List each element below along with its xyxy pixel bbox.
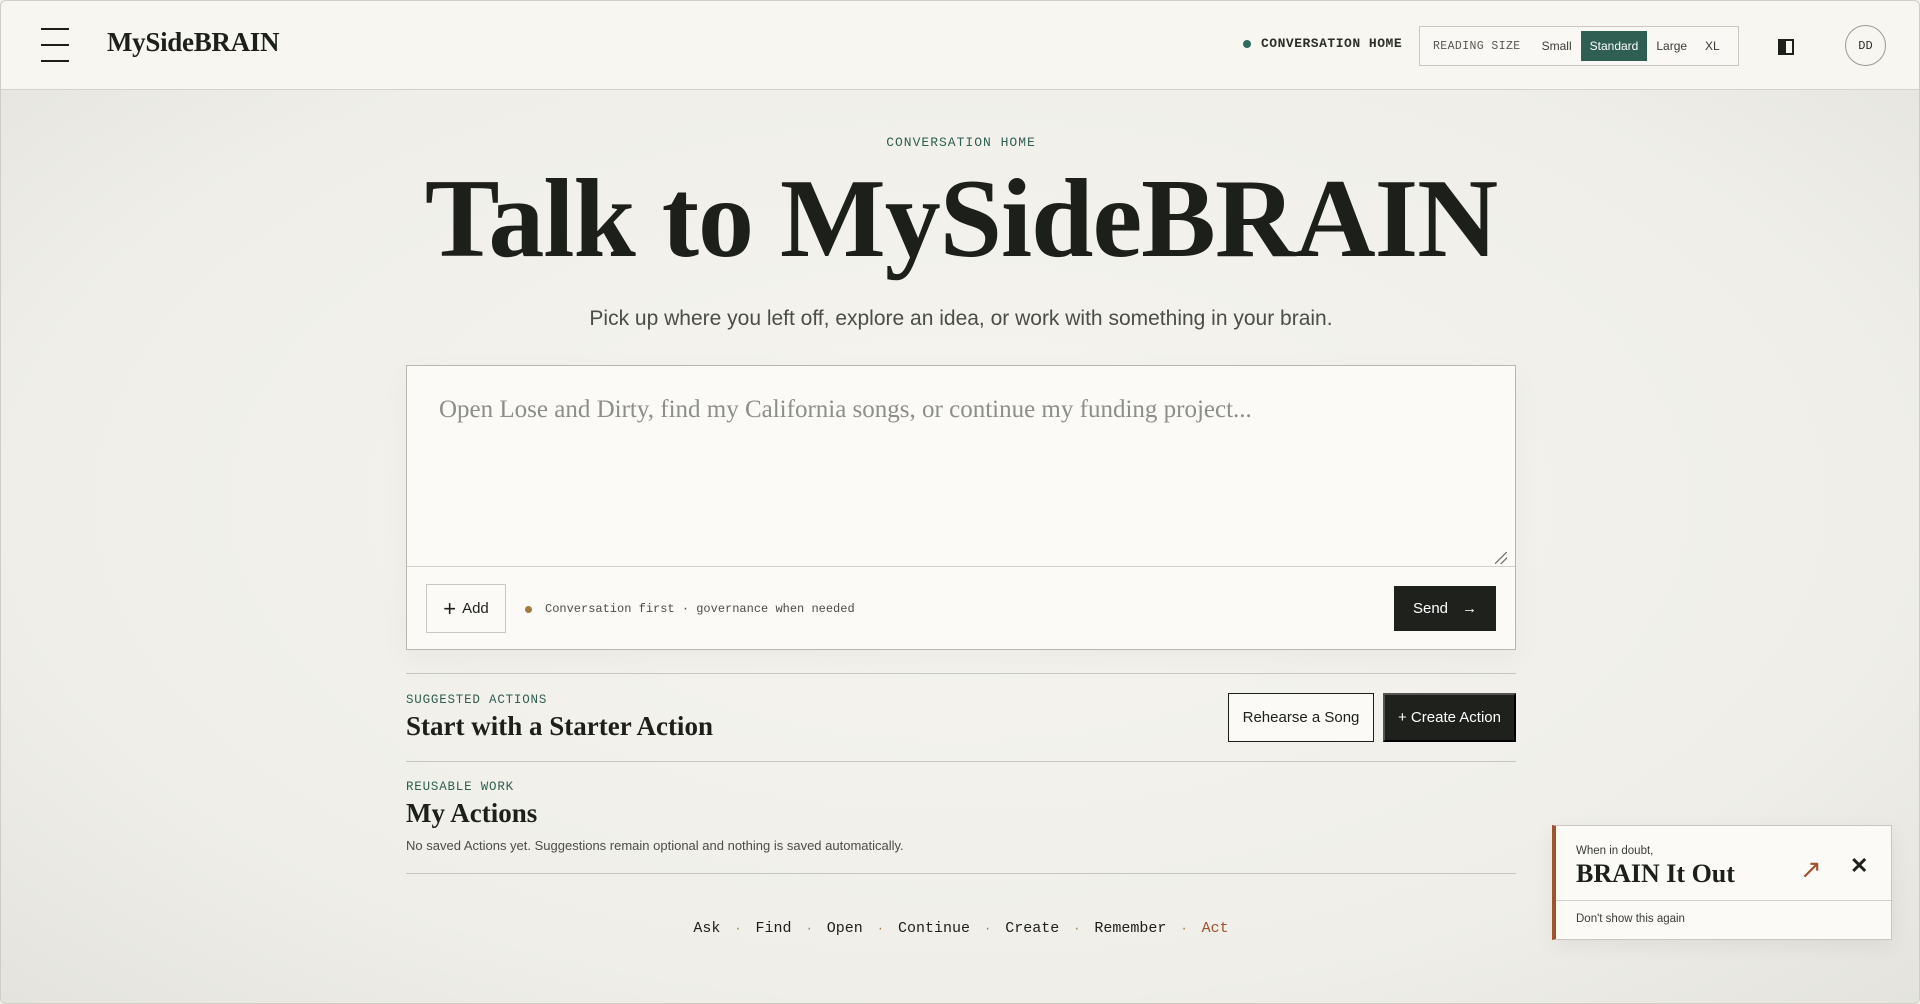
reading-size-large[interactable]: Large xyxy=(1647,31,1696,61)
plus-icon: + xyxy=(443,595,457,621)
brain-it-out-toast: When in doubt, BRAIN It Out ↗ ✕ Don't sh… xyxy=(1552,825,1892,940)
send-label: Send xyxy=(1412,600,1449,617)
rehearse-song-button[interactable]: Rehearse a Song xyxy=(1228,693,1374,742)
create-action-button[interactable]: + Create Action xyxy=(1383,693,1516,742)
section-divider xyxy=(406,761,1516,762)
add-label: Add xyxy=(462,600,489,617)
top-bar: MySideBRAIN CONVERSATION HOME READING SI… xyxy=(1,1,1919,90)
dont-show-again-link[interactable]: Don't show this again xyxy=(1576,913,1685,925)
suggested-eyebrow: SUGGESTED ACTIONS xyxy=(406,693,548,707)
toast-kicker: When in doubt, xyxy=(1576,845,1654,857)
verb-open[interactable]: Open xyxy=(827,920,863,937)
panel-toggle-icon[interactable] xyxy=(1778,39,1794,55)
section-divider xyxy=(406,673,1516,674)
message-input[interactable] xyxy=(407,366,1515,567)
add-button[interactable]: + Add xyxy=(426,584,506,633)
brand-logo: MySideBRAIN xyxy=(107,27,280,57)
verb-ask[interactable]: Ask xyxy=(693,920,720,937)
status-label: CONVERSATION HOME xyxy=(1261,36,1403,51)
arrow-up-right-icon[interactable]: ↗ xyxy=(1800,854,1822,885)
page-subtitle: Pick up where you left off, explore an i… xyxy=(589,307,1333,330)
my-actions-title: My Actions xyxy=(406,798,538,828)
reading-size-control: READING SIZE Small Standard Large XL xyxy=(1419,26,1739,66)
toast-divider xyxy=(1556,900,1891,901)
reading-size-xl[interactable]: XL xyxy=(1696,31,1729,61)
suggested-title: Start with a Starter Action xyxy=(406,711,713,741)
avatar[interactable]: DD xyxy=(1845,25,1886,66)
composer: + Add Conversation first · governance wh… xyxy=(406,365,1516,650)
status-indicator: CONVERSATION HOME xyxy=(1243,36,1402,51)
mode-text: Conversation first · governance when nee… xyxy=(545,602,855,616)
verb-find[interactable]: Find xyxy=(756,920,792,937)
verb-act[interactable]: Act xyxy=(1202,920,1229,937)
status-dot-icon xyxy=(1243,39,1251,48)
toast-headline: BRAIN It Out xyxy=(1576,859,1735,888)
reading-size-standard[interactable]: Standard xyxy=(1580,31,1648,61)
verb-create[interactable]: Create xyxy=(1005,920,1059,937)
my-actions-description: No saved Actions yet. Suggestions remain… xyxy=(406,838,904,853)
hero-eyebrow: CONVERSATION HOME xyxy=(886,135,1036,150)
resize-handle-icon[interactable] xyxy=(1495,552,1507,564)
reading-size-small[interactable]: Small xyxy=(1533,31,1581,61)
arrow-right-icon: → xyxy=(1462,600,1478,617)
section-divider xyxy=(406,873,1516,874)
reading-size-label: READING SIZE xyxy=(1433,39,1521,53)
app-window: MySideBRAIN CONVERSATION HOME READING SI… xyxy=(0,0,1920,1004)
hamburger-icon[interactable] xyxy=(41,28,69,62)
mode-dot-icon xyxy=(525,605,532,613)
page-title: Talk to MySideBRAIN xyxy=(424,157,1498,281)
send-button[interactable]: Send → xyxy=(1394,586,1496,631)
close-icon[interactable]: ✕ xyxy=(1850,853,1868,879)
mode-indicator: Conversation first · governance when nee… xyxy=(525,602,855,616)
verb-continue[interactable]: Continue xyxy=(898,920,970,937)
my-actions-eyebrow: REUSABLE WORK xyxy=(406,780,514,794)
verb-remember[interactable]: Remember xyxy=(1094,920,1166,937)
